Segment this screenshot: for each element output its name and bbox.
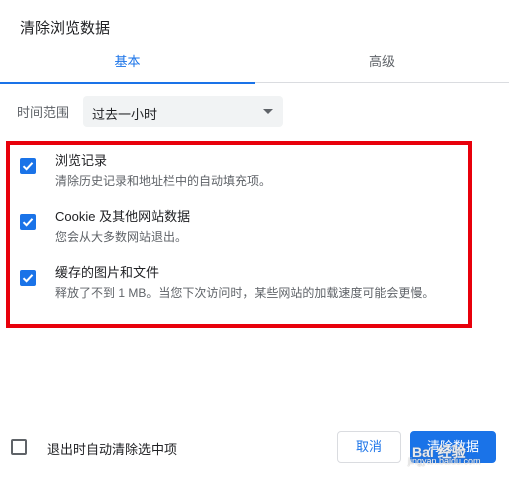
- option-title: Cookie 及其他网站数据: [55, 209, 191, 224]
- tab-bar: 基本 高级: [0, 42, 509, 84]
- dropdown-arrow-icon: [263, 109, 273, 114]
- checkmark-icon: [22, 162, 34, 171]
- option-description: 释放了不到 1 MB。当您下次访问时，某些网站的加载速度可能会更慢。: [55, 286, 435, 300]
- auto-clear-label: 退出时自动清除选中项: [47, 442, 178, 457]
- auto-clear-checkbox[interactable]: [11, 439, 27, 455]
- tab-advanced[interactable]: 高级: [255, 42, 509, 83]
- checkbox-browsing-history[interactable]: [20, 158, 36, 174]
- clear-data-button[interactable]: 清除数据: [410, 431, 496, 463]
- time-range-select[interactable]: 过去一小时: [83, 96, 283, 127]
- tab-basic[interactable]: 基本: [0, 42, 255, 84]
- checkmark-icon: [22, 274, 34, 283]
- checkbox-cache[interactable]: [20, 270, 36, 286]
- option-description: 清除历史记录和地址栏中的自动填充项。: [55, 174, 272, 188]
- option-cache: 缓存的图片和文件 释放了不到 1 MB。当您下次访问时，某些网站的加载速度可能会…: [0, 262, 509, 306]
- dialog-title: 清除浏览数据: [20, 20, 111, 37]
- time-range-label: 时间范围: [17, 105, 70, 120]
- time-range-value: 过去一小时: [92, 107, 158, 122]
- option-title: 浏览记录: [55, 153, 108, 168]
- checkbox-cookies[interactable]: [20, 214, 36, 230]
- option-title: 缓存的图片和文件: [55, 265, 160, 280]
- option-cookies: Cookie 及其他网站数据 您会从大多数网站退出。: [0, 206, 509, 250]
- checkmark-icon: [22, 218, 34, 227]
- option-description: 您会从大多数网站退出。: [55, 230, 188, 244]
- cancel-button[interactable]: 取消: [337, 431, 401, 463]
- option-browsing-history: 浏览记录 清除历史记录和地址栏中的自动填充项。: [0, 150, 509, 194]
